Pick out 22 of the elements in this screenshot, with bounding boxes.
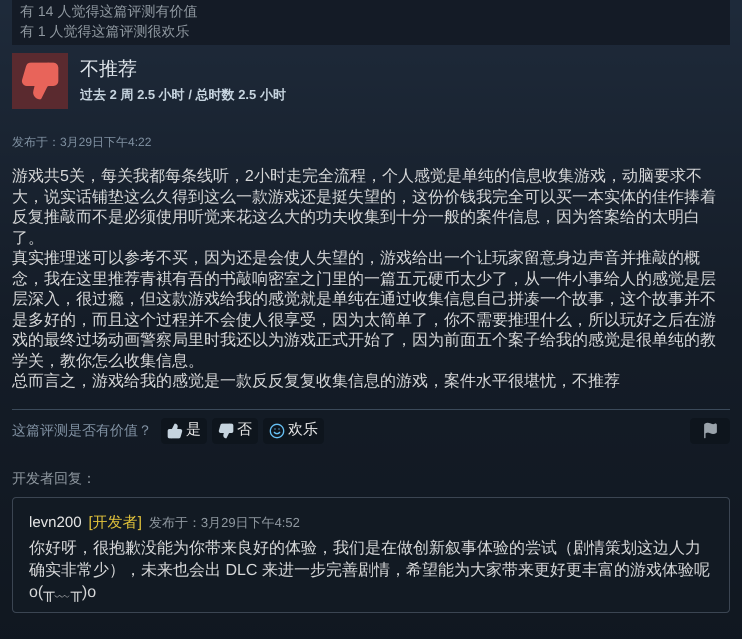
verdict-title: 不推荐 (80, 58, 138, 82)
developer-name: levn200 (29, 512, 82, 532)
playtime-text: 过去 2 周 2.5 小时 / 总时数 2.5 小时 (80, 86, 286, 104)
smiley-icon (269, 422, 285, 438)
stats-text: 有 1 人觉得这篇评测很欢乐 (20, 22, 191, 41)
review-paragraph: 真实推理迷可以参考不买，因为还是会使人失望的，游戏给出一个让玩家留意身边声音并推敲的概念，我在这里推荐青褀有吾的书敲响密室之门里的一篇五元硬币太少了，从一件小事给人的感觉是层层深入，很过瘾，但这款游戏给我的感觉就是单纯在通过收集信息自己拼凑一个故事，这个故事并不是多好的，而且这个过程并不会使人很享受，因为太简单了，你不需要推理什么，所以玩好之后在游戏的最终过场动画警察局里时我还以为游戏正式开始了，因为前面五个案子给我的感觉是很单纯的教学关，教你怎么收集信息。 (12, 249, 717, 372)
developer-label: [开发者] (88, 512, 142, 532)
response-text: 你好呀，很抱歉没能为你带来良好的体验，我们是在做创新叙事体验的尝试（剧情策划这边人力确实非常少），未来也会出 DLC 来进一步完善剧情，希望能为大家带来更好更丰富的游戏体验呢o(╥﹏╥)o (29, 538, 711, 604)
developer-response-heading: 开发者回复： (11, 468, 97, 488)
vote-button[interactable]: 否 (212, 418, 258, 444)
review-paragraph: 游戏共5关，每关我都每条线听，2小时走完全流程，个人感觉是单纯的信息收集游戏，动脑要求不大，说实话铺垫这么久得到这么一款游戏还是挺失望的，这份价钱我完全可以买一本实体的佳作捧着反复推敲而不是必须使用听觉来花这么大的功夫收集到十分一般的案件信息，因为答案给的太明白了。 (12, 167, 717, 248)
stats-text: 有 14 人觉得这篇评测有价值 (20, 2, 198, 21)
thumbs-up-icon (167, 422, 183, 438)
review-paragraph: 总而言之，游戏给我的感觉是一款反反复复收集信息的游戏，案件水平很堪忧，不推荐 (12, 372, 621, 392)
helpful-question: 这篇评测是否有价值？ (12, 421, 152, 440)
posted-date: 发布于：3月29日下午4:22 (11, 134, 152, 151)
report-flag-button[interactable] (690, 418, 730, 444)
thumbs-down-icon (218, 422, 234, 438)
vote-button[interactable]: 欢乐 (263, 418, 324, 444)
vote-button[interactable]: 是 (161, 418, 207, 444)
flag-icon (702, 422, 718, 439)
response-date: 发布于：3月29日下午4:52 (148, 514, 300, 532)
